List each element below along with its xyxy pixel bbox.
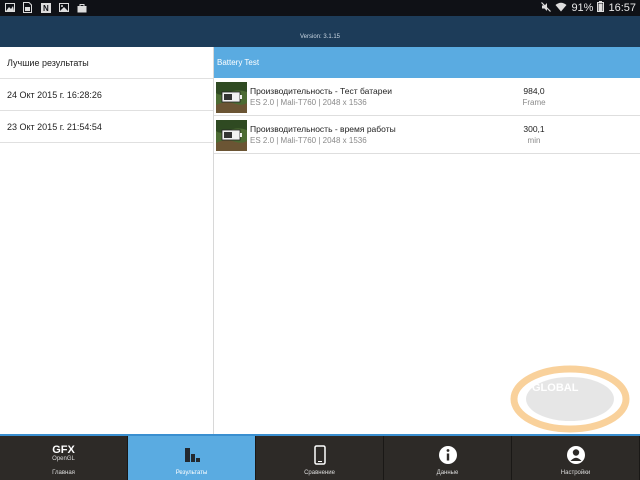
result-date-item[interactable]: 23 Окт 2015 г. 21:54:54 — [0, 111, 213, 143]
image-icon — [4, 2, 15, 13]
watermark-text: GLOBAL — [532, 382, 579, 394]
bag-icon — [76, 2, 87, 13]
battery-test-header: Battery Test — [214, 47, 640, 78]
tab-results[interactable]: Результаты — [128, 436, 256, 480]
result-subtitle: ES 2.0 | Mali-T760 | 2048 x 1536 — [250, 136, 367, 145]
phone-icon — [313, 445, 326, 470]
bar-chart-icon — [183, 445, 201, 468]
result-title: Производительность - время работы — [250, 124, 396, 134]
app-header: Version: 3.1.15 — [0, 16, 640, 47]
result-value: 984,0 — [523, 86, 545, 96]
result-date-item[interactable]: 24 Окт 2015 г. 16:28:26 — [0, 79, 213, 111]
tab-home-label: Главная — [52, 470, 75, 476]
info-icon — [438, 445, 458, 470]
tab-results-label: Результаты — [175, 470, 208, 476]
result-title: Производительность - Тест батареи — [250, 86, 392, 96]
gfx-logo: GFX OpenGL — [0, 444, 127, 463]
battery-test-thumbnail — [216, 82, 247, 113]
version-label: Version: 3.1.15 — [299, 34, 341, 40]
tab-settings-label: Настройки — [560, 470, 591, 476]
tab-settings[interactable]: Настройки — [512, 436, 640, 480]
svg-text:N: N — [43, 4, 49, 13]
tab-compare-label: Сравнение — [304, 470, 335, 476]
clock: 16:57 — [608, 2, 636, 14]
best-results-panel: Лучшие результаты 24 Окт 2015 г. 16:28:2… — [0, 47, 214, 434]
battery-percent: 91% — [571, 2, 594, 14]
onenote-icon: N — [40, 2, 51, 13]
result-value: 300,1 — [523, 124, 545, 134]
best-results-title: Лучшие результаты — [0, 47, 213, 79]
result-unit: Frame — [522, 98, 546, 107]
tab-home[interactable]: GFX OpenGL Главная — [0, 436, 128, 480]
bottom-tab-bar: GFX OpenGL Главная Результаты Сравнение … — [0, 434, 640, 480]
tab-data[interactable]: Данные — [384, 436, 512, 480]
battery-icon — [597, 1, 605, 15]
result-unit: min — [527, 136, 541, 145]
user-icon — [566, 445, 586, 470]
wifi-icon — [555, 2, 567, 15]
battery-time-thumbnail — [216, 120, 247, 151]
gfx-logo-main: GFX — [52, 444, 75, 456]
photo-icon — [58, 2, 69, 13]
mute-icon — [541, 1, 552, 15]
notification-icons: N — [4, 2, 87, 13]
tab-data-label: Данные — [436, 470, 459, 476]
result-row[interactable]: Производительность - время работы ES 2.0… — [214, 116, 640, 154]
status-bar: N 91% 16:57 — [0, 0, 640, 16]
result-row[interactable]: Производительность - Тест батареи ES 2.0… — [214, 78, 640, 116]
watermark-logo: GLOBAL — [510, 365, 630, 438]
gfx-logo-sub: OpenGL — [52, 456, 75, 462]
tab-compare[interactable]: Сравнение — [256, 436, 384, 480]
result-subtitle: ES 2.0 | Mali-T760 | 2048 x 1536 — [250, 98, 367, 107]
sim-icon — [22, 2, 33, 13]
status-indicators: 91% 16:57 — [541, 1, 636, 15]
